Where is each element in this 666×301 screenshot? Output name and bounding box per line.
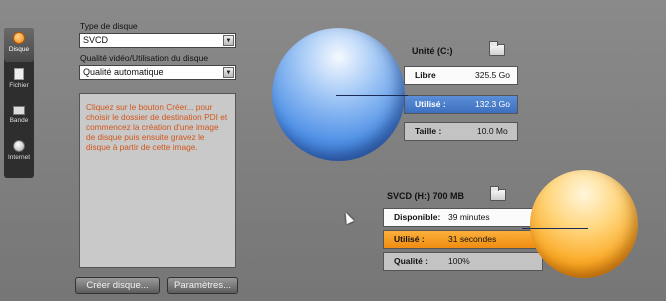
disc-type-select[interactable]: SVCD ▼: [79, 33, 236, 48]
globe-icon: [13, 140, 25, 152]
tape-icon: [13, 106, 25, 115]
disc-used-row: Utilisé : 31 secondes: [383, 230, 543, 249]
tab-disque[interactable]: Disque: [4, 28, 34, 62]
drive-size-value: 10.0 Mo: [477, 126, 508, 136]
drive-gauge-pointer: [336, 95, 408, 96]
drive-size-row: Taille : 10.0 Mo: [404, 122, 518, 141]
disc-available-label: Disponible:: [394, 212, 441, 222]
drive-used-value: 132.3 Go: [475, 99, 510, 109]
chevron-down-icon[interactable]: ▼: [223, 67, 234, 78]
disc-used-label: Utilisé :: [394, 234, 425, 244]
chevron-down-icon[interactable]: ▼: [223, 35, 234, 46]
disc-quality-row: Qualité : 100%: [383, 252, 543, 271]
file-icon: [14, 68, 24, 80]
disc-quality-label: Qualité :: [394, 256, 429, 266]
quality-value: Qualité automatique: [83, 67, 164, 77]
quality-label: Qualité vidéo/Utilisation du disque: [80, 53, 209, 63]
settings-button[interactable]: Paramètres...: [167, 277, 238, 294]
tab-internet[interactable]: Internet: [4, 136, 34, 170]
info-box: Cliquez sur le bouton Créer... pour choi…: [79, 93, 236, 268]
drive-title: Unité (C:): [412, 46, 453, 56]
drive-used-row: Utilisé : 132.3 Go: [404, 95, 518, 114]
tab-label: Bande: [9, 117, 29, 124]
drive-free-value: 325.5 Go: [475, 70, 510, 80]
disc-title: SVCD (H:) 700 MB: [387, 191, 465, 201]
sidebar-tabs: Disque Fichier Bande Internet: [4, 28, 34, 178]
folder-icon[interactable]: [490, 186, 506, 201]
info-text: Cliquez sur le bouton Créer... pour choi…: [86, 102, 228, 152]
app-frame: Disque Fichier Bande Internet Type de di…: [0, 0, 666, 301]
disc-available-value: 39 minutes: [448, 212, 490, 222]
folder-icon[interactable]: [489, 41, 505, 56]
tab-label: Internet: [7, 154, 31, 161]
mouse-cursor-icon: [342, 210, 354, 225]
disc-type-value: SVCD: [83, 35, 109, 45]
tab-label: Fichier: [9, 82, 29, 89]
create-disc-button[interactable]: Créer disque...: [75, 277, 160, 294]
disc-type-label: Type de disque: [80, 21, 138, 31]
quality-select[interactable]: Qualité automatique ▼: [79, 65, 236, 80]
drive-free-row: Libre 325.5 Go: [404, 66, 518, 85]
drive-size-label: Taille :: [415, 126, 442, 136]
drive-used-label: Utilisé :: [415, 99, 446, 109]
disc-quality-value: 100%: [448, 256, 470, 266]
disc-gauge-pointer: [522, 228, 588, 229]
tab-fichier[interactable]: Fichier: [4, 64, 34, 98]
disc-icon: [13, 32, 25, 44]
disc-usage-gauge: [530, 170, 638, 278]
disc-available-row: Disponible: 39 minutes: [383, 208, 543, 227]
drive-free-label: Libre: [415, 70, 436, 80]
tab-bande[interactable]: Bande: [4, 100, 34, 134]
disc-used-value: 31 secondes: [448, 234, 497, 244]
tab-label: Disque: [8, 46, 30, 53]
